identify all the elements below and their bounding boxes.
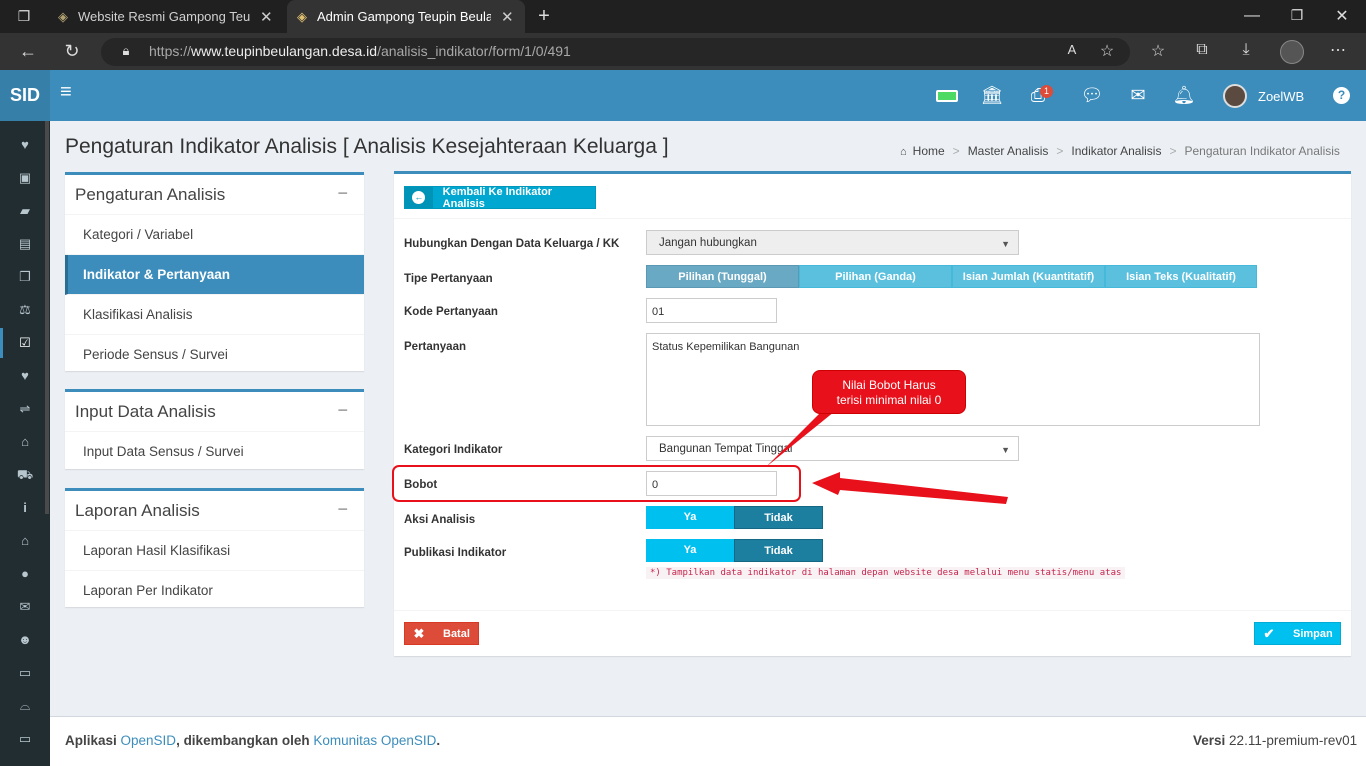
komunitas-link[interactable]: Komunitas OpenSID: [313, 733, 436, 748]
highlight-frame: [392, 465, 801, 502]
footer-credit: Aplikasi OpenSID, dikembangkan oleh Komu…: [65, 733, 441, 748]
footer-version: Versi 22.11-premium-rev01: [1193, 733, 1358, 748]
pointer-arrow: [812, 472, 1008, 504]
opensid-link[interactable]: OpenSID: [121, 733, 177, 748]
annotation-overlay: [392, 403, 1008, 504]
callout-bubble: Nilai Bobot Harus terisi minimal nilai 0: [812, 370, 966, 414]
